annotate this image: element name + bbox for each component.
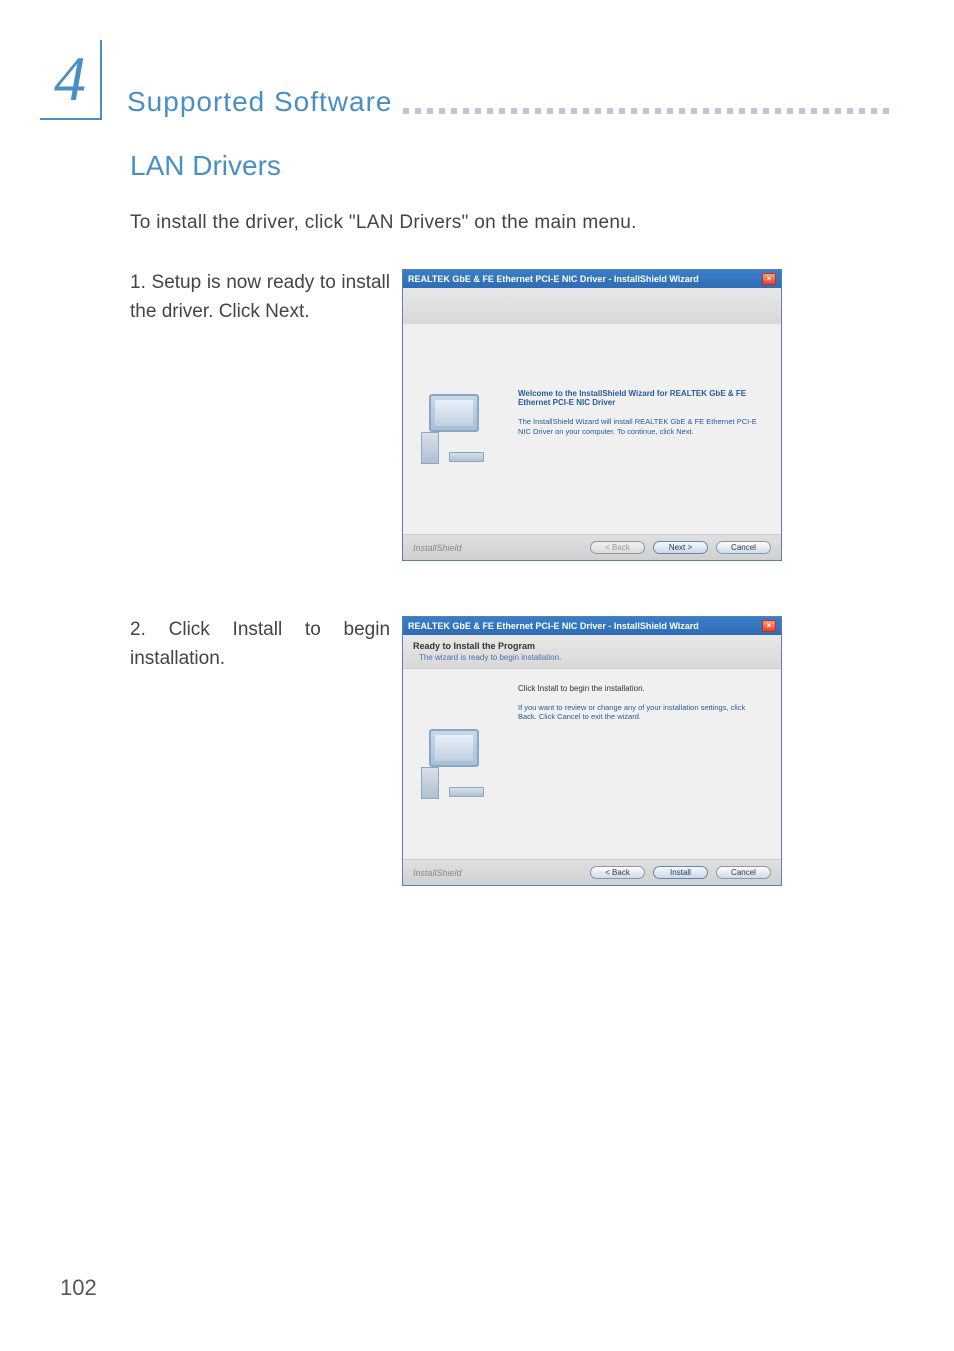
page-number: 102 bbox=[60, 1275, 97, 1301]
step-1-row: 1. Setup is now ready to install the dri… bbox=[130, 269, 834, 561]
next-button[interactable]: Next > bbox=[653, 541, 708, 554]
step-1-number: 1. bbox=[130, 269, 146, 298]
dialog1-title: REALTEK GbE & FE Ethernet PCI-E NIC Driv… bbox=[408, 274, 699, 284]
dialog2-text-panel: Click Install to begin the installation.… bbox=[503, 669, 781, 859]
dialog2-subtitle: Ready to Install the Program bbox=[413, 641, 771, 651]
step-2-image: REALTEK GbE & FE Ethernet PCI-E NIC Driv… bbox=[402, 616, 834, 886]
dialog2-titlebar: REALTEK GbE & FE Ethernet PCI-E NIC Driv… bbox=[403, 617, 781, 635]
install-button[interactable]: Install bbox=[653, 866, 708, 879]
dialog2-image-panel bbox=[403, 669, 503, 859]
back-button[interactable]: < Back bbox=[590, 541, 645, 554]
dialog1-buttons: < Back Next > Cancel bbox=[590, 541, 771, 554]
dialog2-subdesc: The wizard is ready to begin installatio… bbox=[419, 653, 771, 662]
cancel-button[interactable]: Cancel bbox=[716, 541, 771, 554]
dialog2-body: Click Install to begin the installation.… bbox=[403, 669, 781, 859]
close-icon[interactable]: × bbox=[762, 273, 776, 285]
content-area: LAN Drivers To install the driver, click… bbox=[130, 150, 834, 941]
dialog2-line1: Click Install to begin the installation. bbox=[518, 684, 766, 693]
computer-icon bbox=[421, 729, 486, 799]
step-1-image: REALTEK GbE & FE Ethernet PCI-E NIC Driv… bbox=[402, 269, 834, 561]
dialog1-welcome-body: The InstallShield Wizard will install RE… bbox=[518, 417, 766, 437]
section-title: LAN Drivers bbox=[130, 150, 834, 182]
dialog1-image-panel bbox=[403, 324, 503, 534]
dialog1-titlebar: REALTEK GbE & FE Ethernet PCI-E NIC Driv… bbox=[403, 270, 781, 288]
dialog2-subheader: Ready to Install the Program The wizard … bbox=[403, 635, 781, 669]
dialog2-buttons: < Back Install Cancel bbox=[590, 866, 771, 879]
dialog1-footer: InstallShield < Back Next > Cancel bbox=[403, 534, 781, 560]
dialog2-footer: InstallShield < Back Install Cancel bbox=[403, 859, 781, 885]
install-wizard-dialog-2: REALTEK GbE & FE Ethernet PCI-E NIC Driv… bbox=[402, 616, 782, 886]
chapter-number-box: 4 bbox=[40, 40, 102, 120]
dotted-divider bbox=[403, 108, 895, 114]
step-1-text: 1. Setup is now ready to install the dri… bbox=[130, 269, 390, 561]
installshield-brand: InstallShield bbox=[413, 868, 462, 878]
dialog1-banner bbox=[403, 288, 781, 324]
installshield-brand: InstallShield bbox=[413, 543, 462, 553]
back-button[interactable]: < Back bbox=[590, 866, 645, 879]
page-header: 4 Supported Software bbox=[40, 40, 894, 120]
install-wizard-dialog-1: REALTEK GbE & FE Ethernet PCI-E NIC Driv… bbox=[402, 269, 782, 561]
step-1-body: Setup is now ready to install the driver… bbox=[130, 272, 390, 322]
chapter-title: Supported Software bbox=[127, 86, 393, 118]
dialog1-body: Welcome to the InstallShield Wizard for … bbox=[403, 324, 781, 534]
section-intro: To install the driver, click "LAN Driver… bbox=[130, 212, 834, 234]
computer-icon bbox=[421, 394, 486, 464]
step-2-text: 2. Click Install to begin installation. bbox=[130, 616, 390, 886]
cancel-button[interactable]: Cancel bbox=[716, 866, 771, 879]
dialog2-title: REALTEK GbE & FE Ethernet PCI-E NIC Driv… bbox=[408, 621, 699, 631]
step-2-body: Click Install to begin installation. bbox=[130, 619, 390, 669]
close-icon[interactable]: × bbox=[762, 620, 776, 632]
dialog1-text-panel: Welcome to the InstallShield Wizard for … bbox=[503, 324, 781, 534]
step-2-row: 2. Click Install to begin installation. … bbox=[130, 616, 834, 886]
dialog2-line2: If you want to review or change any of y… bbox=[518, 703, 766, 721]
chapter-number: 4 bbox=[54, 42, 86, 116]
step-2-number: 2. bbox=[130, 616, 146, 645]
dialog1-welcome-title: Welcome to the InstallShield Wizard for … bbox=[518, 389, 766, 407]
